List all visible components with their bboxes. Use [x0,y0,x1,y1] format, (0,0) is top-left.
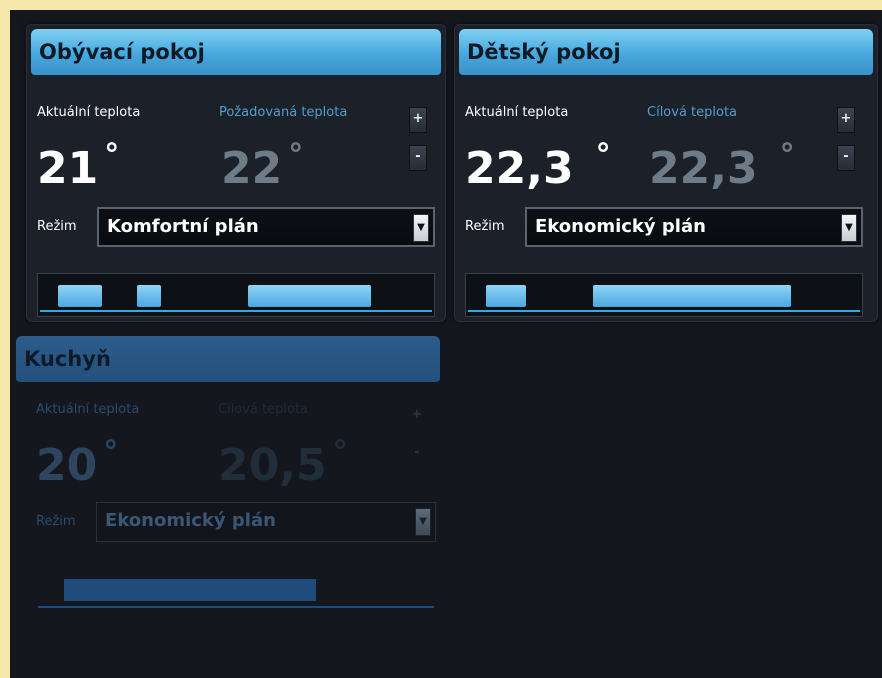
current-temp-label: Aktuální teplota [36,402,140,417]
dropdown-arrow-icon[interactable]: ▼ [415,508,431,536]
mode-select[interactable]: Ekonomický plán ▼ [525,207,863,247]
room-title[interactable]: Dětský pokoj [459,29,873,75]
mode-label: Režim [36,514,76,529]
target-temp-label: Cílová teplota [647,105,738,120]
mode-select[interactable]: Ekonomický plán ▼ [96,502,436,542]
mode-select-value: Ekonomický plán [105,510,276,531]
schedule-segment[interactable] [486,285,526,307]
schedule-bar[interactable] [465,273,863,317]
target-temp-value: 22,3 ° [649,138,795,194]
target-temp-value: 20,5 ° [218,435,348,491]
mode-label: Režim [465,219,505,234]
schedule-segment[interactable] [593,285,791,307]
current-temp-label: Aktuální teplota [465,105,569,120]
schedule-segment[interactable] [64,579,316,601]
decrease-temp-button[interactable]: - [837,145,855,171]
app-window: Obývací pokoj Aktuální teplota Požadovan… [10,10,882,678]
current-temp-value: 20 ° [36,435,119,491]
increase-temp-button[interactable]: + [837,107,855,133]
target-temp-label: Cílová teplota [218,402,309,417]
increase-temp-button[interactable]: + [408,404,426,430]
current-temp-value: 22,3 ° [465,138,611,194]
room-panel-kitchen: Kuchyň Aktuální teplota Cílová teplota 2… [10,10,450,630]
room-title[interactable]: Kuchyň [16,336,440,382]
decrease-temp-button[interactable]: - [408,442,426,468]
room-panel-kids-room: Dětský pokoj Aktuální teplota Cílová tep… [454,24,878,322]
mode-select-value: Ekonomický plán [535,216,706,237]
schedule-baseline [38,606,434,608]
dropdown-arrow-icon[interactable]: ▼ [841,214,857,242]
schedule-baseline [468,310,860,312]
schedule-bar[interactable] [36,568,436,612]
